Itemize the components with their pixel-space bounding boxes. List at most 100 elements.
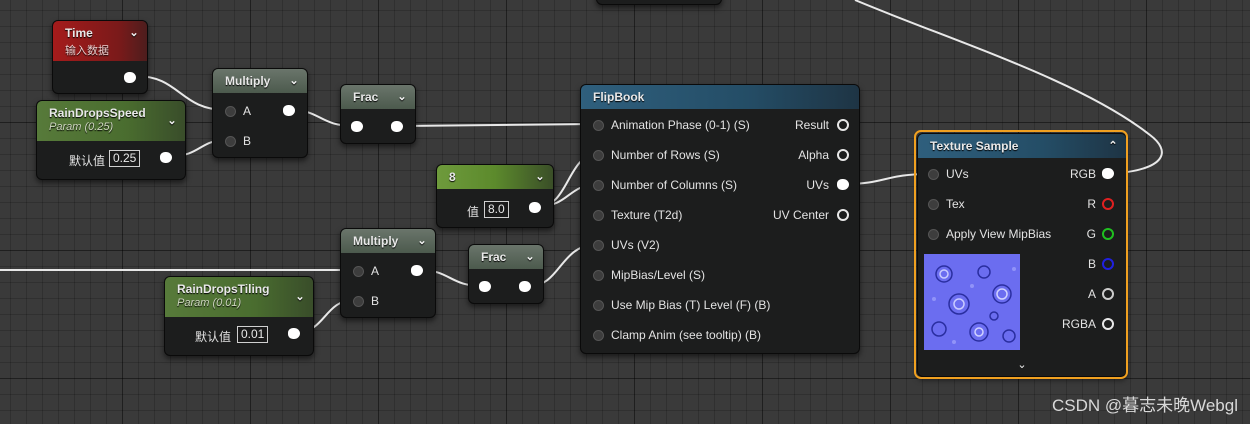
node-title: RainDropsTiling xyxy=(177,282,270,296)
output-pin[interactable] xyxy=(411,265,423,276)
output-pin-a[interactable] xyxy=(1102,288,1114,300)
input-label: UVs xyxy=(946,167,969,181)
output-label: Result xyxy=(794,118,829,132)
node-multiply-header[interactable]: Multiply ⌄ xyxy=(341,229,435,253)
output-pin-r[interactable] xyxy=(1102,198,1114,210)
output-pin[interactable] xyxy=(837,149,849,161)
node-flipbook[interactable]: FlipBook Animation Phase (0-1) (S) Numbe… xyxy=(580,84,860,354)
chevron-down-icon[interactable]: ⌄ xyxy=(1015,358,1029,372)
output-label: UVs xyxy=(806,178,829,192)
output-label: R xyxy=(1087,197,1096,211)
node-title: Frac xyxy=(353,90,379,104)
node-frac-header[interactable]: Frac ⌄ xyxy=(341,85,415,109)
node-frac-header[interactable]: Frac ⌄ xyxy=(469,245,543,269)
output-label: UV Center xyxy=(772,208,829,222)
output-pin[interactable] xyxy=(837,179,849,190)
output-label: G xyxy=(1086,227,1096,241)
input-pin[interactable] xyxy=(593,180,604,191)
input-pin[interactable] xyxy=(928,199,939,210)
node-title: RainDropsSpeed xyxy=(49,106,146,120)
input-pin[interactable] xyxy=(928,229,939,240)
default-value-label: 默认值 xyxy=(69,154,106,168)
node-title: Time xyxy=(65,26,93,40)
node-rain-drops-tiling[interactable]: RainDropsTiling Param (0.01) ⌄ 默认值 0.01 xyxy=(164,276,314,356)
input-label: MipBias/Level (S) xyxy=(611,268,706,282)
node-constant-header[interactable]: 8 ⌄ xyxy=(437,165,553,189)
value-label: 值 xyxy=(467,205,480,219)
output-pin[interactable] xyxy=(160,152,172,163)
node-frac-bottom[interactable]: Frac ⌄ xyxy=(468,244,544,304)
output-label: A xyxy=(1087,287,1096,301)
value-input[interactable]: 8.0 xyxy=(484,201,509,218)
chevron-down-icon[interactable]: ⌄ xyxy=(395,90,409,104)
output-pin-b[interactable] xyxy=(1102,258,1114,270)
watermark: CSDN @暮志未晚Webgl xyxy=(1051,396,1238,415)
input-pin[interactable] xyxy=(479,281,491,292)
output-pin[interactable] xyxy=(529,202,541,213)
input-pin-a[interactable] xyxy=(353,266,364,277)
output-pin[interactable] xyxy=(837,119,849,131)
output-label: RGB xyxy=(1069,167,1096,181)
node-time[interactable]: Time 输入数据 ⌄ xyxy=(52,20,148,94)
node-frac-top[interactable]: Frac ⌄ xyxy=(340,84,416,144)
node-constant[interactable]: 8 ⌄ 值 8.0 xyxy=(436,164,554,228)
input-pin[interactable] xyxy=(593,240,604,251)
output-pin[interactable] xyxy=(288,328,300,339)
chevron-down-icon[interactable]: ⌄ xyxy=(293,290,307,304)
chevron-down-icon[interactable]: ⌄ xyxy=(165,114,179,128)
node-time-header[interactable]: Time 输入数据 ⌄ xyxy=(53,21,147,61)
input-pin-a[interactable] xyxy=(225,106,236,117)
node-rain-drops-speed-header[interactable]: RainDropsSpeed Param (0.25) ⌄ xyxy=(37,101,185,141)
output-pin-rgb[interactable] xyxy=(1102,168,1114,179)
chevron-up-icon[interactable]: ⌃ xyxy=(1106,139,1120,153)
node-flipbook-header[interactable]: FlipBook xyxy=(581,85,859,109)
default-value-input[interactable]: 0.01 xyxy=(237,326,269,343)
input-pin[interactable] xyxy=(351,121,363,132)
node-title: FlipBook xyxy=(593,90,645,104)
default-value-input[interactable]: 0.25 xyxy=(109,150,141,167)
input-pin[interactable] xyxy=(593,210,604,221)
node-title: Multiply xyxy=(225,74,271,88)
input-label: Number of Columns (S) xyxy=(611,178,738,192)
output-pin[interactable] xyxy=(124,72,136,83)
node-multiply-top[interactable]: Multiply ⌄ A B xyxy=(212,68,308,158)
node-offscreen-top[interactable] xyxy=(596,0,722,5)
input-pin-b[interactable] xyxy=(225,136,236,147)
output-pin[interactable] xyxy=(283,105,295,116)
node-texture-sample[interactable]: Texture Sample ⌃ UVs Tex Apply View MipB… xyxy=(917,133,1127,377)
output-pin-rgba[interactable] xyxy=(1102,318,1114,330)
pin-a-label: A xyxy=(243,104,252,118)
input-label: Use Mip Bias (T) Level (F) (B) xyxy=(611,298,771,312)
node-subtitle: Param (0.25) xyxy=(49,121,114,133)
chevron-down-icon[interactable]: ⌄ xyxy=(523,250,537,264)
chevron-down-icon[interactable]: ⌄ xyxy=(415,234,429,248)
chevron-down-icon[interactable]: ⌄ xyxy=(127,26,141,40)
output-label: Alpha xyxy=(798,148,829,162)
node-multiply-header[interactable]: Multiply ⌄ xyxy=(213,69,307,93)
node-rain-drops-speed[interactable]: RainDropsSpeed Param (0.25) ⌄ 默认值 0.25 xyxy=(36,100,186,180)
input-pin[interactable] xyxy=(593,330,604,341)
output-pin[interactable] xyxy=(837,209,849,221)
chevron-down-icon[interactable]: ⌄ xyxy=(287,74,301,88)
pin-b-label: B xyxy=(243,134,252,148)
input-label: Number of Rows (S) xyxy=(611,148,720,162)
input-pin[interactable] xyxy=(593,120,604,131)
input-pin[interactable] xyxy=(928,169,939,180)
input-pin[interactable] xyxy=(593,150,604,161)
texture-preview-thumbnail xyxy=(924,254,1020,350)
input-pin[interactable] xyxy=(593,270,604,281)
node-title: Texture Sample xyxy=(930,139,1019,153)
input-pin-b[interactable] xyxy=(353,296,364,307)
node-multiply-bottom[interactable]: Multiply ⌄ A B xyxy=(340,228,436,318)
node-texture-sample-header[interactable]: Texture Sample ⌃ xyxy=(918,134,1126,158)
input-label: Texture (T2d) xyxy=(611,208,683,222)
output-pin[interactable] xyxy=(519,281,531,292)
output-pin-g[interactable] xyxy=(1102,228,1114,240)
node-subtitle: 输入数据 xyxy=(65,45,109,57)
pin-a-label: A xyxy=(371,264,380,278)
input-pin[interactable] xyxy=(593,300,604,311)
output-pin[interactable] xyxy=(391,121,403,132)
node-subtitle: Param (0.01) xyxy=(177,297,242,309)
chevron-down-icon[interactable]: ⌄ xyxy=(533,170,547,184)
node-rain-drops-tiling-header[interactable]: RainDropsTiling Param (0.01) ⌄ xyxy=(165,277,313,317)
